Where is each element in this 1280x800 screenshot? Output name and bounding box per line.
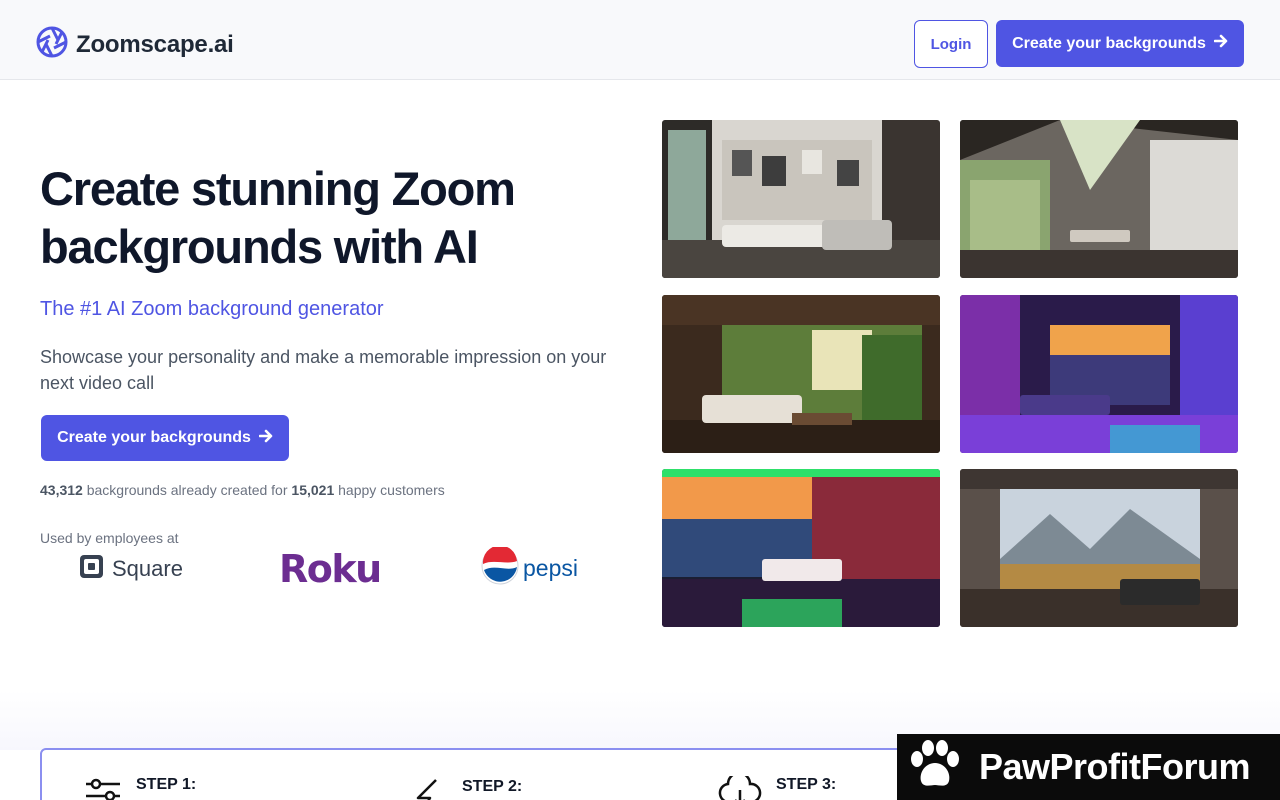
gallery-image-jungle-living-room[interactable] <box>662 295 940 453</box>
square-logo-text: Square <box>112 556 183 581</box>
lightning-icon <box>410 778 448 800</box>
arrow-right-icon <box>258 429 273 448</box>
used-by-label: Used by employees at <box>40 530 179 546</box>
header-create-backgrounds-button[interactable]: Create your backgrounds <box>996 20 1244 67</box>
step-3: STEP 3: <box>718 771 837 800</box>
paw-icon <box>907 739 963 796</box>
step-3-label: STEP 3: <box>776 776 837 793</box>
modern-living-room-image <box>662 120 940 278</box>
forum-badge-text: PawProfitForum <box>979 746 1251 787</box>
gallery-image-forest-cabin[interactable] <box>960 120 1238 278</box>
brand-name: Zoomscape.ai <box>76 30 234 58</box>
aperture-logo-icon <box>36 26 68 63</box>
pawprofitforum-badge[interactable]: PawProfitForum <box>897 734 1280 800</box>
square-logo-icon <box>79 554 104 584</box>
pepsi-globe-icon <box>481 545 519 590</box>
step-2: STEP 2: <box>410 778 522 800</box>
jungle-living-room-image <box>662 295 940 453</box>
gallery-image-neon-city-bedroom[interactable] <box>960 295 1238 453</box>
gallery-image-modern-living-room[interactable] <box>662 120 940 278</box>
header-cta-label: Create your backgrounds <box>1012 34 1206 52</box>
customers-text: happy customers <box>338 482 445 498</box>
customers-count: 15,021 <box>291 482 335 498</box>
neon-city-bedroom-image <box>960 295 1238 453</box>
gallery-image-neon-skyline-bedroom[interactable] <box>662 469 940 627</box>
site-header: Zoomscape.ai Login Create your backgroun… <box>0 0 1280 80</box>
pepsi-logo: pepsi <box>481 545 578 590</box>
roku-logo: Roku <box>279 547 382 591</box>
cloud-download-icon <box>718 771 762 800</box>
hero-create-backgrounds-button[interactable]: Create your backgrounds <box>41 415 289 461</box>
login-button[interactable]: Login <box>914 20 988 68</box>
hero-description: Showcase your personality and make a mem… <box>40 347 607 393</box>
backgrounds-count: 43,312 <box>40 482 83 498</box>
hero-title: Create stunning Zoom backgrounds with AI <box>40 162 516 273</box>
hero-subtitle: The #1 AI Zoom background generator <box>40 298 384 320</box>
arrow-right-icon <box>1213 34 1228 53</box>
forest-cabin-interior-image <box>960 120 1238 278</box>
square-logo: Square <box>79 554 183 584</box>
neon-skyline-bedroom-image <box>662 469 940 627</box>
hero-cta-label: Create your backgrounds <box>57 429 251 446</box>
step-2-label: STEP 2: <box>462 778 523 795</box>
usage-stats: 43,312 backgrounds already created for 1… <box>40 482 445 498</box>
mountain-view-living-room-image <box>960 469 1238 627</box>
pepsi-logo-text: pepsi <box>523 555 578 581</box>
step-1: STEP 1: <box>84 776 196 800</box>
backgrounds-text: backgrounds already created for <box>86 482 288 498</box>
step-1-label: STEP 1: <box>136 776 197 793</box>
brand-logo[interactable]: Zoomscape.ai <box>36 26 234 63</box>
sliders-icon <box>84 776 122 800</box>
gallery-image-mountain-view-living-room[interactable] <box>960 469 1238 627</box>
